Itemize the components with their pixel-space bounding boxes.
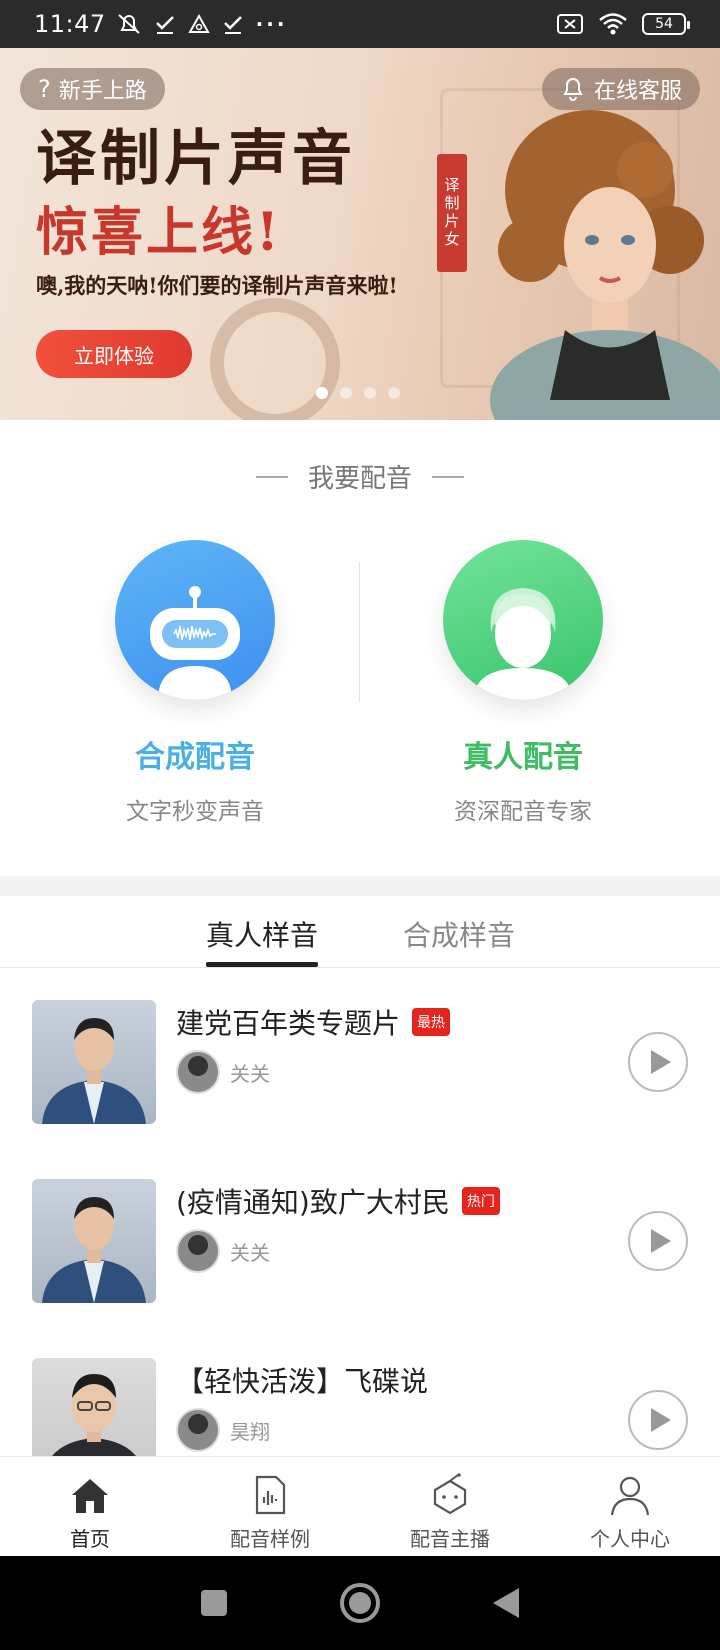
human-dubbing-subtitle: 资深配音专家 xyxy=(454,799,592,825)
avatar xyxy=(176,1408,220,1452)
status-time: 11:47 xyxy=(34,10,106,38)
author-name: 昊翔 xyxy=(230,1419,270,1444)
check-icon xyxy=(155,16,174,34)
sample-thumbnail xyxy=(32,1000,156,1124)
list-item[interactable]: 建党百年类专题片 最热 关关 xyxy=(0,968,720,1124)
more-icon: ··· xyxy=(255,12,288,36)
carousel-dot[interactable] xyxy=(364,387,376,399)
human-dubbing-title: 真人配音 xyxy=(463,740,583,775)
carousel-dot[interactable] xyxy=(388,387,400,399)
sample-list: 建党百年类专题片 最热 关关 (疫情通知)致广大村民 热门 关关 【轻快活泼】飞… xyxy=(0,968,720,1456)
carousel-dot[interactable] xyxy=(340,387,352,399)
play-button[interactable] xyxy=(628,1032,688,1092)
author-name: 关关 xyxy=(230,1061,270,1086)
synthetic-dubbing-title: 合成配音 xyxy=(135,740,255,775)
home-icon xyxy=(66,1471,114,1519)
banner-portrait-image xyxy=(490,110,720,420)
synthetic-dubbing-subtitle: 文字秒变声音 xyxy=(126,799,264,825)
banner-title: 译制片声音 xyxy=(36,124,356,194)
beginner-guide-button[interactable]: ? 新手上路 xyxy=(20,68,165,110)
avatar xyxy=(176,1229,220,1273)
hot-badge: 最热 xyxy=(412,1008,451,1036)
sample-title: (疫情通知)致广大村民 xyxy=(176,1186,450,1219)
person-icon xyxy=(443,540,603,700)
nav-profile[interactable]: 个人中心 xyxy=(540,1457,720,1556)
try-now-button[interactable]: 立即体验 xyxy=(36,330,192,378)
nav-home[interactable]: 首页 xyxy=(0,1457,180,1556)
banner-tag: 译制片女 xyxy=(437,154,467,272)
synthetic-dubbing-option[interactable]: 合成配音 文字秒变声音 xyxy=(45,540,345,826)
tab-human-samples[interactable]: 真人样音 xyxy=(206,914,318,954)
battery-indicator: 54 xyxy=(642,13,690,35)
sample-thumbnail xyxy=(32,1179,156,1303)
human-dubbing-option[interactable]: 真人配音 资深配音专家 xyxy=(373,540,673,826)
audio-file-icon xyxy=(246,1471,294,1519)
carousel-indicator xyxy=(316,387,400,399)
mute-bell-icon xyxy=(118,14,140,34)
sample-thumbnail xyxy=(32,1358,156,1456)
nav-voice-anchors[interactable]: 配音主播 xyxy=(360,1457,540,1556)
title-dash xyxy=(255,475,288,478)
headset-bell-icon xyxy=(563,78,583,101)
option-divider xyxy=(359,562,360,702)
active-tab-indicator xyxy=(206,962,318,967)
home-circle-icon[interactable] xyxy=(339,1582,381,1624)
title-dash xyxy=(432,475,464,478)
sample-title: 建党百年类专题片 xyxy=(176,1007,401,1040)
no-sim-icon xyxy=(557,14,583,34)
avatar xyxy=(176,1050,220,1094)
nav-dubbing-samples[interactable]: 配音样例 xyxy=(180,1457,360,1556)
dubbing-section-title: 我要配音 xyxy=(0,458,720,495)
status-bar: 11:47 ··· 54 xyxy=(0,0,720,48)
film-reel-decoration xyxy=(210,298,340,420)
list-item[interactable]: 【轻快活泼】飞碟说 昊翔 xyxy=(0,1326,720,1456)
tab-synthetic-samples[interactable]: 合成样音 xyxy=(403,914,515,954)
carousel-dot[interactable] xyxy=(316,387,328,399)
sample-title: 【轻快活泼】飞碟说 xyxy=(176,1365,429,1398)
banner-headline: 惊喜上线! xyxy=(36,202,282,263)
recent-apps-icon[interactable] xyxy=(199,1588,229,1618)
app-screen: 11:47 ··· 54 ? 新手上路 在线客服 译制片声音 惊喜上线! 噢,我… xyxy=(0,0,720,1650)
back-icon[interactable] xyxy=(491,1586,521,1620)
section-separator xyxy=(0,876,720,896)
question-icon: ? xyxy=(38,75,51,103)
wifi-icon xyxy=(599,13,627,35)
system-navigation-bar xyxy=(0,1556,720,1650)
list-item[interactable]: (疫情通知)致广大村民 热门 关关 xyxy=(0,1147,720,1303)
robot-icon xyxy=(115,540,275,700)
author-name: 关关 xyxy=(230,1240,270,1265)
sample-tabs: 真人样音 合成样音 xyxy=(0,896,720,968)
anchor-icon xyxy=(426,1471,474,1519)
warning-icon xyxy=(187,13,210,33)
user-icon xyxy=(606,1471,654,1519)
promo-banner[interactable]: ? 新手上路 在线客服 译制片声音 惊喜上线! 噢,我的天呐!你们要的译制片声音… xyxy=(0,48,720,420)
check-icon xyxy=(223,16,242,34)
hot-badge: 热门 xyxy=(461,1187,500,1215)
play-button[interactable] xyxy=(628,1211,688,1271)
bottom-navigation: 首页 配音样例 配音主播 个人中心 xyxy=(0,1456,720,1556)
banner-subtitle: 噢,我的天呐!你们要的译制片声音来啦! xyxy=(36,273,398,298)
play-button[interactable] xyxy=(628,1390,688,1450)
